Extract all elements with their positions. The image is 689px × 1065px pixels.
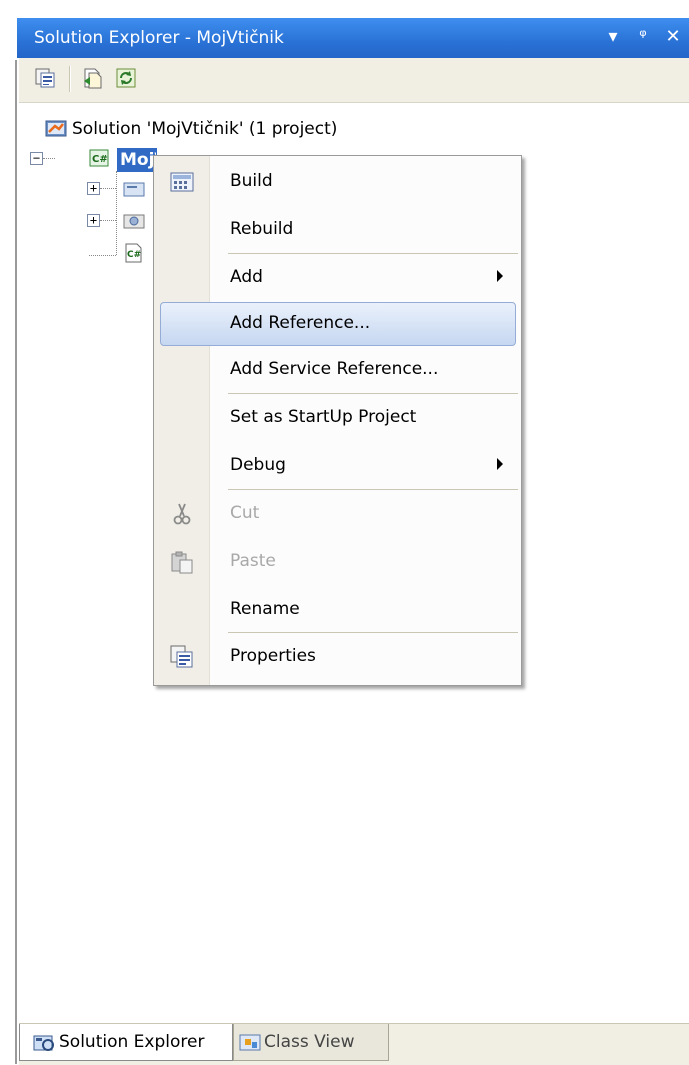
- svg-text:C#: C#: [127, 250, 141, 260]
- menu-item-label: Properties: [230, 646, 316, 666]
- menu-item-paste[interactable]: Paste: [154, 539, 521, 586]
- project-collapse-toggle[interactable]: −: [30, 152, 43, 165]
- menu-item-cut[interactable]: Cut: [154, 491, 521, 538]
- toolbar-separator: [69, 66, 71, 92]
- references-expand-toggle[interactable]: +: [87, 214, 100, 227]
- tab-solution-explorer[interactable]: Solution Explorer: [19, 1024, 233, 1061]
- menu-item-label: Build: [230, 171, 273, 191]
- refresh-icon[interactable]: [115, 67, 137, 89]
- svg-text:C#: C#: [92, 154, 108, 165]
- panel-title: Solution Explorer - MojVtičnik: [34, 28, 284, 48]
- panel-title-bar[interactable]: Solution Explorer - MojVtičnik ▾ ᵠ ✕: [17, 18, 689, 58]
- paste-icon: [171, 551, 193, 574]
- menu-item-label: Rename: [230, 599, 300, 619]
- csharp-file-icon: C#: [125, 243, 142, 263]
- menu-item-label: Add Reference...: [230, 313, 371, 333]
- class-view-icon: [239, 1034, 261, 1051]
- title-buttons: ▾ ᵠ ✕: [605, 26, 681, 47]
- menu-separator: [228, 489, 518, 490]
- build-icon: [170, 172, 194, 192]
- properties-expand-toggle[interactable]: +: [87, 182, 100, 195]
- properties-icon: [170, 645, 193, 668]
- tab-label: Solution Explorer: [59, 1032, 205, 1052]
- window-position-dropdown-icon[interactable]: ▾: [605, 26, 621, 47]
- tree-connector: [116, 171, 117, 255]
- tree-connector: [89, 255, 116, 256]
- menu-item-rebuild[interactable]: Rebuild: [154, 207, 521, 254]
- references-folder-icon: [123, 214, 145, 229]
- csharp-project-icon: C#: [89, 149, 109, 167]
- menu-item-rename[interactable]: Rename: [154, 587, 521, 634]
- show-all-files-icon[interactable]: [82, 67, 104, 89]
- bottom-tab-strip: Solution Explorer Class View: [19, 1023, 689, 1065]
- menu-item-add-reference[interactable]: Add Reference...: [154, 301, 521, 348]
- solution-explorer-icon: [33, 1035, 54, 1051]
- menu-item-add-service-reference[interactable]: Add Service Reference...: [154, 347, 521, 394]
- project-context-menu: Build Rebuild Add Add Reference... Add S…: [153, 155, 522, 686]
- project-node-label: MojVtičnik: [120, 150, 156, 170]
- submenu-arrow-icon: [497, 458, 503, 470]
- menu-item-label: Debug: [230, 455, 286, 475]
- menu-item-label: Add: [230, 267, 263, 287]
- tab-class-view[interactable]: Class View: [233, 1024, 389, 1061]
- menu-separator: [228, 393, 518, 394]
- tree-connector: [100, 188, 116, 189]
- project-node-selected[interactable]: MojVtičnik: [117, 148, 157, 172]
- scissors-icon: [173, 503, 191, 525]
- solution-explorer-toolbar: [19, 58, 689, 103]
- solution-node-label[interactable]: Solution 'MojVtičnik' (1 project): [72, 119, 337, 139]
- menu-item-set-startup-project[interactable]: Set as StartUp Project: [154, 395, 521, 442]
- menu-item-label: Add Service Reference...: [230, 359, 439, 379]
- auto-hide-pin-icon[interactable]: ᵠ: [635, 26, 651, 47]
- menu-item-label: Set as StartUp Project: [230, 407, 417, 427]
- submenu-arrow-icon: [497, 270, 503, 282]
- menu-item-add[interactable]: Add: [154, 255, 521, 302]
- tree-connector: [100, 220, 116, 221]
- properties-folder-icon: [123, 182, 145, 197]
- tree-connector: [43, 158, 55, 159]
- menu-separator: [228, 632, 518, 633]
- window-left-border: [0, 0, 17, 1064]
- menu-separator: [228, 253, 518, 254]
- menu-item-debug[interactable]: Debug: [154, 443, 521, 490]
- tab-label: Class View: [264, 1032, 355, 1052]
- menu-item-build[interactable]: Build: [154, 159, 521, 206]
- menu-item-label: Rebuild: [230, 219, 294, 239]
- menu-item-label: Cut: [230, 503, 260, 523]
- close-icon[interactable]: ✕: [665, 26, 681, 47]
- menu-item-properties[interactable]: Properties: [154, 634, 521, 681]
- solution-icon: [45, 120, 67, 137]
- menu-item-label: Paste: [230, 551, 276, 571]
- properties-icon[interactable]: [34, 67, 56, 89]
